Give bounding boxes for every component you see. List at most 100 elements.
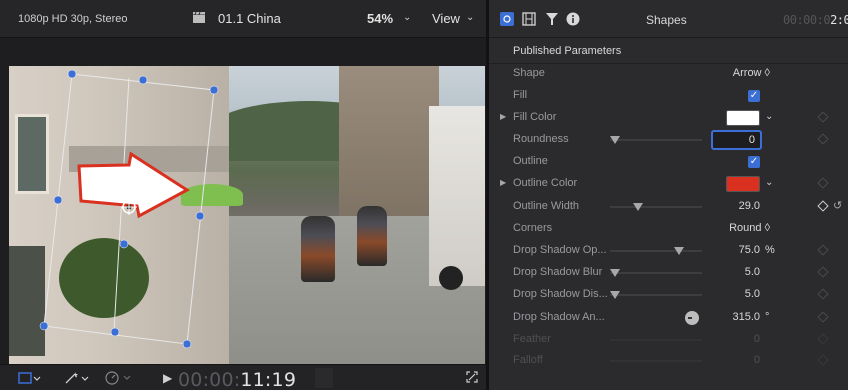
outline-label: Outline [513, 155, 548, 167]
feather-label: Feather [513, 333, 551, 345]
row-drop-shadow-opacity: Drop Shadow Op... 75.0 % [489, 240, 848, 262]
control-point[interactable] [138, 75, 148, 85]
chevron-down-icon[interactable]: ⌄ [765, 177, 773, 188]
keyframe-icon[interactable] [817, 133, 829, 145]
inspector-timecode-bright: 2:06 [830, 13, 848, 27]
inspector-footer [489, 368, 848, 390]
inspector-timecode-dim: 00:00:0 [783, 13, 831, 27]
row-corners: Corners Round ◊ [489, 218, 848, 240]
row-fill: Fill ✓ [489, 85, 848, 107]
keyframe-icon[interactable] [817, 111, 829, 123]
keyframe-icon[interactable] [817, 288, 829, 300]
keyframe-icon[interactable] [817, 354, 829, 366]
fullscreen-icon[interactable] [466, 371, 478, 383]
slider-knob[interactable] [632, 203, 643, 211]
keyframe-icon[interactable] [817, 244, 829, 256]
percent-unit: % [765, 244, 775, 256]
timecode-bright: 11:19 [240, 369, 297, 390]
falloff-value[interactable]: 0 [754, 354, 760, 366]
slider-knob[interactable] [609, 136, 620, 144]
drop-shadow-blur-slider[interactable] [609, 269, 702, 277]
shape-popup[interactable]: Arrow ◊ [733, 67, 770, 79]
keyframe-icon[interactable] [817, 333, 829, 345]
outline-checkbox[interactable]: ✓ [748, 156, 760, 168]
outline-width-value[interactable]: 29.0 [739, 200, 760, 212]
transform-tool-icon[interactable] [18, 371, 42, 385]
fill-color-swatch[interactable] [726, 110, 760, 126]
play-icon[interactable]: ▶ [163, 371, 172, 385]
row-shape: Shape Arrow ◊ [489, 63, 848, 85]
roundness-slider[interactable] [609, 136, 702, 144]
falloff-slider[interactable] [610, 360, 702, 362]
control-point[interactable] [119, 239, 129, 249]
drop-shadow-distance-label: Drop Shadow Dis... [513, 288, 608, 300]
filter-icon[interactable] [545, 12, 559, 26]
outline-color-swatch[interactable] [726, 176, 760, 192]
degree-unit: ° [765, 311, 770, 323]
angle-dial[interactable] [685, 311, 699, 325]
inspector-header: Shapes 00:00:02:06 [489, 0, 848, 38]
corners-popup[interactable]: Round ◊ [729, 222, 770, 234]
control-point[interactable] [110, 327, 120, 337]
control-point[interactable] [182, 339, 192, 349]
row-outline-color: ▶ Outline Color ⌄ [489, 173, 848, 195]
shape-overlay[interactable] [9, 66, 485, 374]
drop-shadow-blur-value[interactable]: 5.0 [745, 266, 760, 278]
app-window: 1080p HD 30p, Stereo 01.1 China 54% ⌄ Vi… [0, 0, 848, 390]
view-chevron-icon[interactable]: ⌄ [466, 12, 474, 23]
control-point[interactable] [53, 195, 63, 205]
drop-shadow-distance-slider[interactable] [609, 291, 702, 299]
inspector-panel: Shapes 00:00:02:06 Published Parameters … [489, 0, 848, 390]
drop-shadow-opacity-value[interactable]: 75.0 [739, 244, 760, 256]
zoom-level[interactable]: 54% [367, 11, 393, 26]
keyframe-icon[interactable] [817, 266, 829, 278]
slider-knob[interactable] [609, 269, 620, 277]
speed-gauge-icon[interactable] [104, 370, 134, 386]
info-icon[interactable] [566, 12, 580, 26]
chevron-down-icon[interactable]: ⌄ [765, 111, 773, 122]
keyframe-icon[interactable] [817, 177, 829, 189]
drop-shadow-angle-value[interactable]: 315.0 [732, 311, 760, 323]
zoom-chevron-icon[interactable]: ⌄ [403, 12, 411, 23]
fill-color-label: Fill Color [513, 111, 557, 123]
drop-shadow-distance-value[interactable]: 5.0 [745, 288, 760, 300]
view-menu[interactable]: View [432, 11, 460, 26]
disclosure-triangle-icon[interactable]: ▶ [500, 178, 506, 187]
feather-slider[interactable] [610, 339, 702, 341]
fill-label: Fill [513, 89, 528, 101]
outline-width-slider[interactable] [610, 203, 702, 211]
outline-color-label: Outline Color [513, 177, 578, 189]
row-drop-shadow-blur: Drop Shadow Blur 5.0 [489, 262, 848, 284]
viewer-toolbar: 1080p HD 30p, Stereo 01.1 China 54% ⌄ Vi… [0, 0, 486, 38]
row-outline-width: Outline Width 29.0 ↺ [489, 196, 848, 218]
viewer-canvas[interactable] [0, 38, 486, 374]
film-icon[interactable] [522, 12, 536, 26]
inspector-timecode: 00:00:02:06 [783, 13, 848, 27]
roundness-field[interactable]: 0 [711, 130, 762, 150]
reset-icon[interactable]: ↺ [833, 199, 842, 212]
magic-wand-icon[interactable] [64, 371, 92, 385]
control-point[interactable] [67, 69, 77, 79]
shape-label: Shape [513, 67, 545, 79]
inspector-title: Shapes [646, 13, 687, 27]
slider-knob[interactable] [674, 247, 684, 255]
drop-shadow-opacity-slider[interactable] [610, 247, 702, 255]
row-roundness: Roundness 0 [489, 129, 848, 151]
keyframe-icon[interactable] [817, 200, 829, 212]
row-fill-color: ▶ Fill Color ⌄ [489, 107, 848, 129]
row-drop-shadow-distance: Drop Shadow Dis... 5.0 [489, 284, 848, 306]
slider-knob[interactable] [609, 291, 620, 299]
fill-checkbox[interactable]: ✓ [748, 90, 760, 102]
control-point[interactable] [195, 211, 205, 221]
control-point[interactable] [39, 321, 49, 331]
video-inspector-icon[interactable] [500, 12, 514, 26]
row-drop-shadow-angle: Drop Shadow An... 315.0 ° [489, 307, 848, 329]
clip-name: 01.1 China [218, 11, 281, 26]
feather-value[interactable]: 0 [754, 333, 760, 345]
keyframe-icon[interactable] [817, 311, 829, 323]
drop-shadow-angle-label: Drop Shadow An... [513, 311, 605, 323]
outline-width-label: Outline Width [513, 200, 580, 212]
disclosure-triangle-icon[interactable]: ▶ [500, 112, 506, 121]
falloff-label: Falloff [513, 354, 543, 366]
control-point[interactable] [209, 85, 219, 95]
